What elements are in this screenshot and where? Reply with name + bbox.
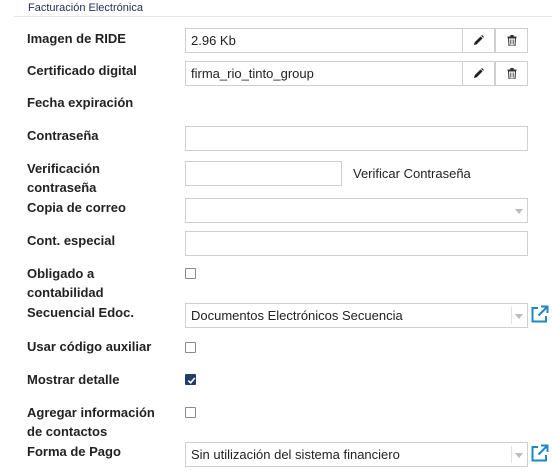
copia-correo-select[interactable] xyxy=(185,198,528,223)
edit-certificado-button[interactable] xyxy=(462,61,495,86)
chevron-down-icon xyxy=(515,209,523,214)
label-obligado-line2: contabilidad xyxy=(27,285,104,300)
imagen-ride-field[interactable]: 2.96 Kb xyxy=(185,28,463,53)
edit-imagen-ride-button[interactable] xyxy=(462,28,495,53)
contrasena-input[interactable] xyxy=(185,126,528,151)
certificado-digital-field[interactable]: firma_rio_tinto_group xyxy=(185,61,463,86)
chevron-down-icon xyxy=(515,453,523,458)
delete-certificado-button[interactable] xyxy=(495,61,528,86)
delete-imagen-ride-button[interactable] xyxy=(495,28,528,53)
label-agregar-info-line2: de contactos xyxy=(27,424,108,439)
secuencial-edoc-select[interactable]: Documentos Electrónicos Secuencia xyxy=(185,303,528,328)
label-cont-especial: Cont. especial xyxy=(27,233,116,248)
label-forma-pago: Forma de Pago xyxy=(27,444,121,459)
agregar-info-contactos-checkbox[interactable] xyxy=(185,407,196,418)
mostrar-detalle-checkbox[interactable] xyxy=(185,374,196,385)
label-usar-codigo-auxiliar: Usar código auxiliar xyxy=(27,339,152,354)
select-divider xyxy=(511,446,512,463)
external-link-icon[interactable] xyxy=(530,444,549,463)
pencil-icon xyxy=(474,35,484,45)
pencil-icon xyxy=(474,68,484,78)
trash-icon xyxy=(507,68,516,79)
label-secuencial-edoc: Secuencial Edoc. xyxy=(27,305,134,320)
section-title: Facturación Electrónica xyxy=(28,2,143,14)
cont-especial-input[interactable] xyxy=(185,231,528,256)
usar-codigo-auxiliar-checkbox[interactable] xyxy=(185,342,196,353)
checkmark-icon xyxy=(187,377,196,384)
obligado-contabilidad-checkbox[interactable] xyxy=(185,268,196,279)
label-imagen-ride: Imagen de RIDE xyxy=(27,31,126,46)
select-divider xyxy=(511,307,512,324)
forma-pago-value: Sin utilización del sistema financiero xyxy=(191,447,400,462)
external-link-icon[interactable] xyxy=(530,305,549,324)
secuencial-edoc-value: Documentos Electrónicos Secuencia xyxy=(191,308,403,323)
label-obligado-line1: Obligado a xyxy=(27,266,95,281)
verificar-contrasena-link[interactable]: Verificar Contraseña xyxy=(353,166,471,181)
label-mostrar-detalle: Mostrar detalle xyxy=(27,372,120,387)
section-divider xyxy=(14,16,552,17)
label-verificacion-line2: contraseña xyxy=(27,180,97,195)
label-certificado-digital: Certificado digital xyxy=(27,63,137,78)
forma-pago-select[interactable]: Sin utilización del sistema financiero xyxy=(185,442,528,467)
verificacion-contrasena-input[interactable] xyxy=(185,161,342,186)
label-fecha-expiracion: Fecha expiración xyxy=(27,95,134,110)
trash-icon xyxy=(507,35,516,46)
label-agregar-info-line1: Agregar información xyxy=(27,405,155,420)
label-contrasena: Contraseña xyxy=(27,128,99,143)
label-copia-correo: Copia de correo xyxy=(27,200,126,215)
label-verificacion-line1: Verificación xyxy=(27,161,100,176)
chevron-down-icon xyxy=(515,314,523,319)
